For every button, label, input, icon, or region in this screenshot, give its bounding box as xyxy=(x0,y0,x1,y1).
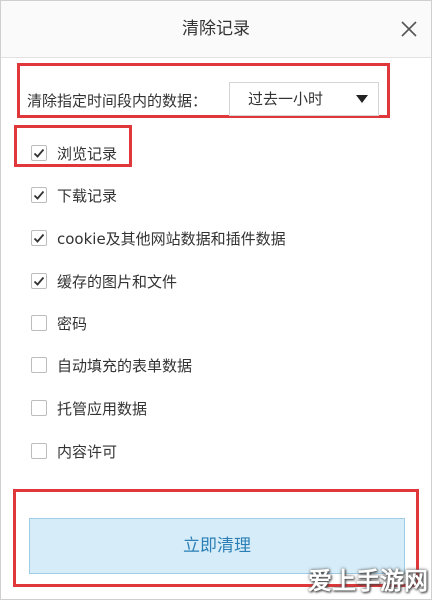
checkbox-unchecked[interactable] xyxy=(31,443,47,459)
dialog-titlebar: 清除记录 xyxy=(1,1,431,58)
caret-down-icon xyxy=(356,95,368,103)
option-item[interactable]: 缓存的图片和文件 xyxy=(31,269,177,293)
option-item[interactable]: 下载记录 xyxy=(31,183,117,207)
checkbox-checked[interactable] xyxy=(31,273,47,289)
checkbox-unchecked[interactable] xyxy=(31,357,47,373)
checkmark-icon xyxy=(33,148,45,158)
option-label: 浏览记录 xyxy=(57,144,118,163)
option-item[interactable]: 内容许可 xyxy=(31,439,117,463)
time-range-row: 清除指定时间段内的数据： xyxy=(27,85,207,115)
option-label: 自动填充的表单数据 xyxy=(57,356,193,375)
checkmark-icon xyxy=(33,233,45,243)
option-label: 缓存的图片和文件 xyxy=(57,272,178,291)
checkbox-unchecked[interactable] xyxy=(31,315,47,331)
option-label: 内容许可 xyxy=(57,442,118,461)
watermark-logo: 爱上手游网 xyxy=(308,567,428,595)
checkbox-unchecked[interactable] xyxy=(31,400,47,416)
checkbox-checked[interactable] xyxy=(31,187,47,203)
close-icon[interactable] xyxy=(399,19,419,39)
option-item[interactable]: 自动填充的表单数据 xyxy=(31,353,192,377)
option-label: 下载记录 xyxy=(57,186,118,205)
time-range-selected: 过去一小时 xyxy=(248,90,324,108)
checkmark-icon xyxy=(33,276,45,286)
checkbox-checked[interactable] xyxy=(31,230,47,246)
dialog-title: 清除记录 xyxy=(182,19,250,39)
option-item[interactable]: 托管应用数据 xyxy=(31,396,147,420)
option-item[interactable]: 浏览记录 xyxy=(31,141,117,165)
option-label: 托管应用数据 xyxy=(57,399,148,418)
checkmark-icon xyxy=(33,190,45,200)
option-label: cookie及其他网站数据和插件数据 xyxy=(57,229,286,248)
checkbox-checked[interactable] xyxy=(31,145,47,161)
option-item[interactable]: cookie及其他网站数据和插件数据 xyxy=(31,226,286,250)
clear-history-dialog: 清除记录 清除指定时间段内的数据： 过去一小时 浏览记录下载记录 cookie及其… xyxy=(0,0,432,600)
time-range-label: 清除指定时间段内的数据： xyxy=(27,91,208,110)
option-label: 密码 xyxy=(57,314,88,333)
time-range-select[interactable]: 过去一小时 xyxy=(229,82,379,116)
option-item[interactable]: 密码 xyxy=(31,311,87,335)
